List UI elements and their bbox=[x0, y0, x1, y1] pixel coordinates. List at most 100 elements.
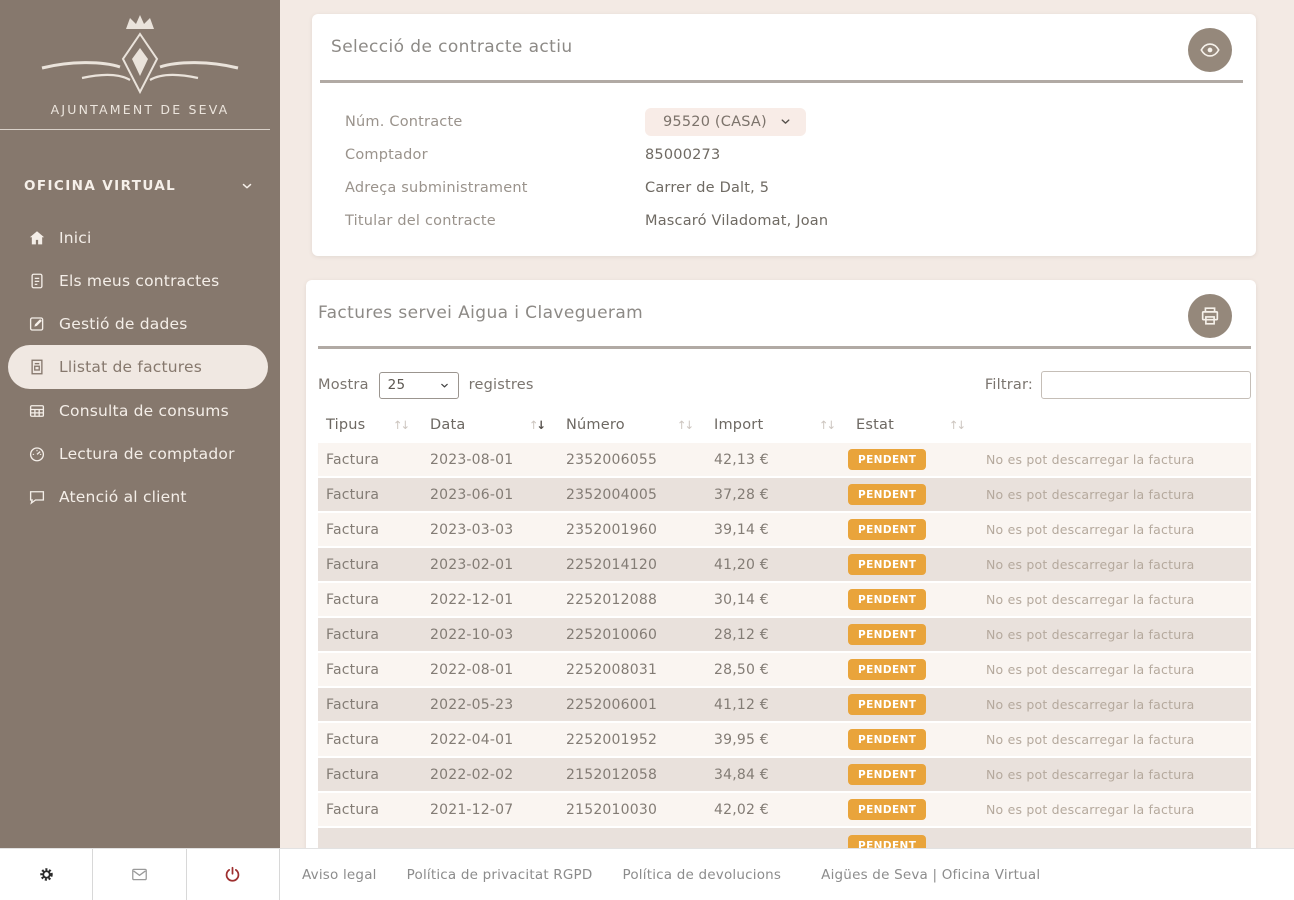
sidebar-item-els-meus-contractes[interactable]: Els meus contractes bbox=[0, 259, 280, 302]
sort-icon: ↑↓ bbox=[819, 418, 834, 432]
download-note: No es pot descarregar la factura bbox=[978, 652, 1251, 687]
sidebar-item-consulta-de-consums[interactable]: Consulta de consums bbox=[0, 389, 280, 432]
contract-select[interactable]: 95520 (CASA) bbox=[645, 108, 806, 136]
meter-label: Comptador bbox=[345, 147, 645, 163]
municipal-crest-logo bbox=[20, 12, 260, 98]
download-note: No es pot descarregar la factura bbox=[978, 687, 1251, 722]
status-badge: PENDENT bbox=[848, 519, 926, 540]
mail-button[interactable] bbox=[93, 849, 186, 900]
invoices-card-title: Factures servei Aigua i Clavegueram bbox=[306, 303, 643, 323]
sidebar-section-toggle[interactable]: OFICINA VIRTUAL bbox=[0, 178, 280, 194]
contract-number-label: Núm. Contracte bbox=[345, 114, 645, 130]
edit-icon bbox=[28, 315, 46, 333]
download-note: No es pot descarregar la factura bbox=[978, 477, 1251, 512]
table-row: Factura2022-02-02215201205834,84 € PENDE… bbox=[318, 757, 1251, 792]
mail-icon bbox=[130, 865, 149, 884]
sidebar-nav: Inici Els meus contractes Gestió de dade… bbox=[0, 216, 280, 518]
logo-block: AJUNTAMENT DE SEVA bbox=[0, 0, 280, 130]
settings-icon bbox=[38, 866, 55, 883]
supply-address-value: Carrer de Dalt, 5 bbox=[645, 180, 1256, 196]
sidebar-item-label: Llistat de factures bbox=[59, 358, 202, 376]
sort-icon: ↑↓ bbox=[677, 418, 692, 432]
footer-links: Aviso legal Política de privacitat RGPD … bbox=[302, 849, 1040, 900]
table-row: Factura2023-02-01225201412041,20 € PENDE… bbox=[318, 547, 1251, 582]
table-row: Factura2022-05-23225200600141,12 € PENDE… bbox=[318, 687, 1251, 722]
main-content: Selecció de contracte actiu Núm. Contrac… bbox=[280, 0, 1294, 848]
sidebar-item-gestio-de-dades[interactable]: Gestió de dades bbox=[0, 302, 280, 345]
download-note: No es pot descarregar la factura bbox=[978, 792, 1251, 827]
invoice-icon bbox=[28, 358, 46, 376]
power-icon bbox=[223, 865, 242, 884]
print-icon bbox=[1199, 305, 1221, 327]
download-note: No es pot descarregar la factura bbox=[978, 547, 1251, 582]
status-badge: PENDENT bbox=[848, 554, 926, 575]
sidebar: AJUNTAMENT DE SEVA OFICINA VIRTUAL Inici… bbox=[0, 0, 280, 848]
status-badge: PENDENT bbox=[848, 589, 926, 610]
contract-fields: Núm. Contracte 95520 (CASA) Comptador 85… bbox=[312, 83, 1256, 237]
sort-icon: ↑↓ bbox=[949, 418, 964, 432]
sort-icon: ↑↓ bbox=[393, 418, 408, 432]
column-header-estat[interactable]: Estat↑↓ bbox=[848, 411, 978, 442]
settings-button[interactable] bbox=[0, 849, 93, 900]
contract-icon bbox=[28, 272, 46, 290]
download-note: No es pot descarregar la factura bbox=[978, 757, 1251, 792]
footer-icon-bar bbox=[0, 849, 280, 900]
privacy-policy-link[interactable]: Política de privacitat RGPD bbox=[407, 867, 593, 883]
sidebar-item-inici[interactable]: Inici bbox=[0, 216, 280, 259]
table-icon bbox=[28, 402, 46, 420]
column-header-note bbox=[978, 411, 1251, 442]
sort-icon-active: ↑↓ bbox=[529, 418, 544, 432]
print-invoices-button[interactable] bbox=[1188, 294, 1232, 338]
sidebar-item-label: Consulta de consums bbox=[59, 402, 229, 420]
status-badge: PENDENT bbox=[848, 764, 926, 785]
contract-card-title: Selecció de contracte actiu bbox=[312, 37, 573, 57]
download-note: No es pot descarregar la factura bbox=[978, 617, 1251, 652]
sidebar-item-atencio-al-client[interactable]: Atenció al client bbox=[0, 475, 280, 518]
download-note: No es pot descarregar la factura bbox=[978, 722, 1251, 757]
table-row: Factura2023-08-01235200605542,13 € PENDE… bbox=[318, 442, 1251, 477]
filter-input[interactable] bbox=[1041, 371, 1251, 399]
sidebar-item-label: Lectura de comptador bbox=[59, 445, 235, 463]
column-header-numero[interactable]: Número↑↓ bbox=[558, 411, 706, 442]
show-label: Mostra bbox=[318, 377, 369, 393]
contract-select-value: 95520 (CASA) bbox=[663, 114, 767, 130]
sidebar-item-llistat-de-factures[interactable]: Llistat de factures bbox=[8, 345, 268, 389]
invoices-table: Tipus↑↓ Data↑↓ Número↑↓ Import↑↓ Estat↑↓… bbox=[318, 411, 1251, 848]
status-badge: PENDENT bbox=[848, 624, 926, 645]
logo-divider bbox=[0, 129, 270, 130]
table-row: Factura2023-03-03235200196039,14 € PENDE… bbox=[318, 512, 1251, 547]
meter-value: 85000273 bbox=[645, 147, 1256, 163]
legal-notice-link[interactable]: Aviso legal bbox=[302, 867, 377, 883]
returns-policy-link[interactable]: Política de devolucions bbox=[622, 867, 781, 883]
records-label: registres bbox=[469, 377, 534, 393]
footer-brand: Aigües de Seva | Oficina Virtual bbox=[821, 867, 1040, 883]
status-badge: PENDENT bbox=[848, 835, 926, 849]
holder-value: Mascaró Viladomat, Joan bbox=[645, 213, 1256, 229]
app-root: AJUNTAMENT DE SEVA OFICINA VIRTUAL Inici… bbox=[0, 0, 1294, 900]
download-note: No es pot descarregar la factura bbox=[978, 582, 1251, 617]
supply-address-label: Adreça subministrament bbox=[345, 180, 645, 196]
status-badge: PENDENT bbox=[848, 659, 926, 680]
logout-button[interactable] bbox=[187, 849, 280, 900]
contract-card: Selecció de contracte actiu Núm. Contrac… bbox=[312, 14, 1256, 256]
chat-icon bbox=[28, 488, 46, 506]
table-controls: Mostra 25 registres Filtrar: bbox=[318, 371, 1251, 399]
home-icon bbox=[28, 229, 46, 247]
table-row: Factura2022-08-01225200803128,50 € PENDE… bbox=[318, 652, 1251, 687]
meter-icon bbox=[28, 445, 46, 463]
org-name: AJUNTAMENT DE SEVA bbox=[0, 102, 280, 117]
card-divider bbox=[318, 346, 1251, 349]
view-contract-button[interactable] bbox=[1188, 28, 1232, 72]
sidebar-item-lectura-de-comptador[interactable]: Lectura de comptador bbox=[0, 432, 280, 475]
page-size-value: 25 bbox=[388, 377, 406, 393]
column-header-import[interactable]: Import↑↓ bbox=[706, 411, 848, 442]
column-header-tipus[interactable]: Tipus↑↓ bbox=[318, 411, 422, 442]
table-row: Factura2021-12-07215201003042,02 € PENDE… bbox=[318, 792, 1251, 827]
status-badge: PENDENT bbox=[848, 694, 926, 715]
column-header-data[interactable]: Data↑↓ bbox=[422, 411, 558, 442]
table-row: Factura2022-10-03225201006028,12 € PENDE… bbox=[318, 617, 1251, 652]
footer: Aviso legal Política de privacitat RGPD … bbox=[0, 848, 1294, 900]
chevron-down-icon bbox=[439, 380, 450, 391]
page-size-select[interactable]: 25 bbox=[379, 372, 459, 399]
table-row: Factura2022-04-01225200195239,95 € PENDE… bbox=[318, 722, 1251, 757]
